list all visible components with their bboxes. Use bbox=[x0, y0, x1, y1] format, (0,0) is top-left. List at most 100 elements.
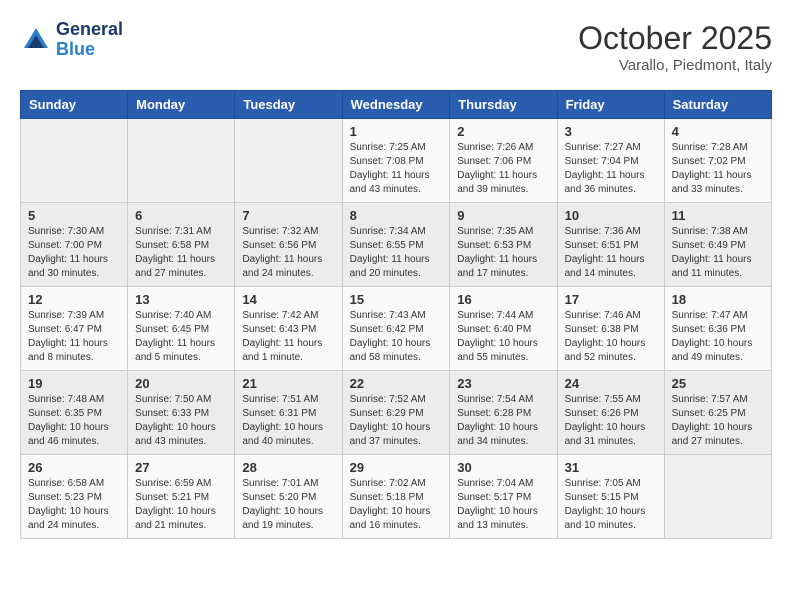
calendar-cell: 7 Sunrise: 7:32 AM Sunset: 6:56 PM Daylig… bbox=[235, 203, 342, 287]
day-number: 31 bbox=[565, 460, 657, 475]
logo-text: General Blue bbox=[56, 20, 123, 60]
calendar-cell: 24Sunrise: 7:55 AM Sunset: 6:26 PM Dayli… bbox=[557, 371, 664, 455]
day-number: 4 bbox=[672, 124, 764, 139]
title-block: October 2025 Varallo, Piedmont, Italy bbox=[578, 20, 772, 74]
cell-content: Sunrise: 7:30 AM Sunset: 7:00 PM Dayligh… bbox=[28, 225, 120, 281]
weekday-header-thursday: Thursday bbox=[450, 91, 557, 119]
cell-content: Sunrise: 7:43 AM Sunset: 6:42 PM Dayligh… bbox=[350, 309, 443, 365]
day-number: 27 bbox=[135, 460, 227, 475]
cell-content: Sunrise: 7:57 AM Sunset: 6:25 PM Dayligh… bbox=[672, 393, 764, 449]
day-number: 2 bbox=[457, 124, 549, 139]
month-year: October 2025 bbox=[578, 20, 772, 57]
day-number: 17 bbox=[565, 292, 657, 307]
calendar-cell: 13 Sunrise: 7:40 AM Sunset: 6:45 PM Dayli… bbox=[128, 287, 235, 371]
cell-content: Sunrise: 7:44 AM Sunset: 6:40 PM Dayligh… bbox=[457, 309, 549, 365]
calendar-cell: 3 Sunrise: 7:27 AM Sunset: 7:04 PM Daylig… bbox=[557, 119, 664, 203]
cell-content: Sunrise: 7:47 AM Sunset: 6:36 PM Dayligh… bbox=[672, 309, 764, 365]
day-number: 3 bbox=[565, 124, 657, 139]
weekday-header-sunday: Sunday bbox=[21, 91, 128, 119]
day-number: 13 bbox=[135, 292, 227, 307]
calendar-cell: 23Sunrise: 7:54 AM Sunset: 6:28 PM Dayli… bbox=[450, 371, 557, 455]
day-number: 8 bbox=[350, 208, 443, 223]
cell-content: Sunrise: 7:36 AM Sunset: 6:51 PM Dayligh… bbox=[565, 225, 657, 281]
calendar-cell: 21 Sunrise: 7:51 AM Sunset: 6:31 PM Dayli… bbox=[235, 371, 342, 455]
day-number: 19 bbox=[28, 376, 120, 391]
day-number: 21 bbox=[242, 376, 334, 391]
cell-content: Sunrise: 7:42 AM Sunset: 6:43 PM Dayligh… bbox=[242, 309, 334, 365]
day-number: 30 bbox=[457, 460, 549, 475]
page-header: General Blue October 2025 Varallo, Piedm… bbox=[20, 20, 772, 74]
day-number: 29 bbox=[350, 460, 443, 475]
calendar-cell: 29 Sunrise: 7:02 AM Sunset: 5:18 PM Dayli… bbox=[342, 455, 450, 539]
week-row-2: 5 Sunrise: 7:30 AM Sunset: 7:00 PM Daylig… bbox=[21, 203, 772, 287]
cell-content: Sunrise: 6:59 AM Sunset: 5:21 PM Dayligh… bbox=[135, 477, 227, 533]
calendar-cell bbox=[21, 119, 128, 203]
day-number: 9 bbox=[457, 208, 549, 223]
cell-content: Sunrise: 7:02 AM Sunset: 5:18 PM Dayligh… bbox=[350, 477, 443, 533]
cell-content: Sunrise: 7:39 AM Sunset: 6:47 PM Dayligh… bbox=[28, 309, 120, 365]
cell-content: Sunrise: 6:58 AM Sunset: 5:23 PM Dayligh… bbox=[28, 477, 120, 533]
calendar-cell bbox=[664, 455, 771, 539]
day-number: 10 bbox=[565, 208, 657, 223]
weekday-header-tuesday: Tuesday bbox=[235, 91, 342, 119]
calendar-table: SundayMondayTuesdayWednesdayThursdayFrid… bbox=[20, 90, 772, 539]
weekday-header-row: SundayMondayTuesdayWednesdayThursdayFrid… bbox=[21, 91, 772, 119]
calendar-cell: 31 Sunrise: 7:05 AM Sunset: 5:15 PM Dayli… bbox=[557, 455, 664, 539]
week-row-5: 26Sunrise: 6:58 AM Sunset: 5:23 PM Dayli… bbox=[21, 455, 772, 539]
cell-content: Sunrise: 7:31 AM Sunset: 6:58 PM Dayligh… bbox=[135, 225, 227, 281]
weekday-header-wednesday: Wednesday bbox=[342, 91, 450, 119]
cell-content: Sunrise: 7:35 AM Sunset: 6:53 PM Dayligh… bbox=[457, 225, 549, 281]
calendar-cell: 17 Sunrise: 7:46 AM Sunset: 6:38 PM Dayli… bbox=[557, 287, 664, 371]
calendar-cell: 12 Sunrise: 7:39 AM Sunset: 6:47 PM Dayli… bbox=[21, 287, 128, 371]
cell-content: Sunrise: 7:51 AM Sunset: 6:31 PM Dayligh… bbox=[242, 393, 334, 449]
day-number: 5 bbox=[28, 208, 120, 223]
weekday-header-monday: Monday bbox=[128, 91, 235, 119]
calendar-cell: 30 Sunrise: 7:04 AM Sunset: 5:17 PM Dayli… bbox=[450, 455, 557, 539]
cell-content: Sunrise: 7:34 AM Sunset: 6:55 PM Dayligh… bbox=[350, 225, 443, 281]
calendar-cell: 8 Sunrise: 7:34 AM Sunset: 6:55 PM Daylig… bbox=[342, 203, 450, 287]
cell-content: Sunrise: 7:27 AM Sunset: 7:04 PM Dayligh… bbox=[565, 141, 657, 197]
week-row-4: 19 Sunrise: 7:48 AM Sunset: 6:35 PM Dayli… bbox=[21, 371, 772, 455]
weekday-header-saturday: Saturday bbox=[664, 91, 771, 119]
cell-content: Sunrise: 7:32 AM Sunset: 6:56 PM Dayligh… bbox=[242, 225, 334, 281]
weekday-header-friday: Friday bbox=[557, 91, 664, 119]
calendar-cell: 22Sunrise: 7:52 AM Sunset: 6:29 PM Dayli… bbox=[342, 371, 450, 455]
cell-content: Sunrise: 7:40 AM Sunset: 6:45 PM Dayligh… bbox=[135, 309, 227, 365]
calendar-cell: 5 Sunrise: 7:30 AM Sunset: 7:00 PM Daylig… bbox=[21, 203, 128, 287]
cell-content: Sunrise: 7:48 AM Sunset: 6:35 PM Dayligh… bbox=[28, 393, 120, 449]
cell-content: Sunrise: 7:50 AM Sunset: 6:33 PM Dayligh… bbox=[135, 393, 227, 449]
logo-icon bbox=[20, 24, 52, 56]
calendar-cell: 28Sunrise: 7:01 AM Sunset: 5:20 PM Dayli… bbox=[235, 455, 342, 539]
cell-content: Sunrise: 7:05 AM Sunset: 5:15 PM Dayligh… bbox=[565, 477, 657, 533]
day-number: 1 bbox=[350, 124, 443, 139]
location: Varallo, Piedmont, Italy bbox=[578, 57, 772, 74]
calendar-cell: 26Sunrise: 6:58 AM Sunset: 5:23 PM Dayli… bbox=[21, 455, 128, 539]
cell-content: Sunrise: 7:04 AM Sunset: 5:17 PM Dayligh… bbox=[457, 477, 549, 533]
cell-content: Sunrise: 7:26 AM Sunset: 7:06 PM Dayligh… bbox=[457, 141, 549, 197]
day-number: 20 bbox=[135, 376, 227, 391]
day-number: 15 bbox=[350, 292, 443, 307]
calendar-cell: 14 Sunrise: 7:42 AM Sunset: 6:43 PM Dayli… bbox=[235, 287, 342, 371]
logo-line1: General bbox=[56, 20, 123, 40]
day-number: 14 bbox=[242, 292, 334, 307]
day-number: 6 bbox=[135, 208, 227, 223]
cell-content: Sunrise: 7:25 AM Sunset: 7:08 PM Dayligh… bbox=[350, 141, 443, 197]
day-number: 7 bbox=[242, 208, 334, 223]
week-row-1: 1 Sunrise: 7:25 AM Sunset: 7:08 PM Daylig… bbox=[21, 119, 772, 203]
calendar-cell: 11 Sunrise: 7:38 AM Sunset: 6:49 PM Dayli… bbox=[664, 203, 771, 287]
calendar-cell: 25 Sunrise: 7:57 AM Sunset: 6:25 PM Dayli… bbox=[664, 371, 771, 455]
cell-content: Sunrise: 7:38 AM Sunset: 6:49 PM Dayligh… bbox=[672, 225, 764, 281]
week-row-3: 12 Sunrise: 7:39 AM Sunset: 6:47 PM Dayli… bbox=[21, 287, 772, 371]
calendar-cell bbox=[235, 119, 342, 203]
day-number: 24 bbox=[565, 376, 657, 391]
day-number: 25 bbox=[672, 376, 764, 391]
calendar-cell: 2 Sunrise: 7:26 AM Sunset: 7:06 PM Daylig… bbox=[450, 119, 557, 203]
day-number: 28 bbox=[242, 460, 334, 475]
calendar-cell: 4Sunrise: 7:28 AM Sunset: 7:02 PM Daylig… bbox=[664, 119, 771, 203]
cell-content: Sunrise: 7:46 AM Sunset: 6:38 PM Dayligh… bbox=[565, 309, 657, 365]
day-number: 23 bbox=[457, 376, 549, 391]
calendar-cell: 6 Sunrise: 7:31 AM Sunset: 6:58 PM Daylig… bbox=[128, 203, 235, 287]
calendar-cell: 1 Sunrise: 7:25 AM Sunset: 7:08 PM Daylig… bbox=[342, 119, 450, 203]
day-number: 12 bbox=[28, 292, 120, 307]
day-number: 11 bbox=[672, 208, 764, 223]
